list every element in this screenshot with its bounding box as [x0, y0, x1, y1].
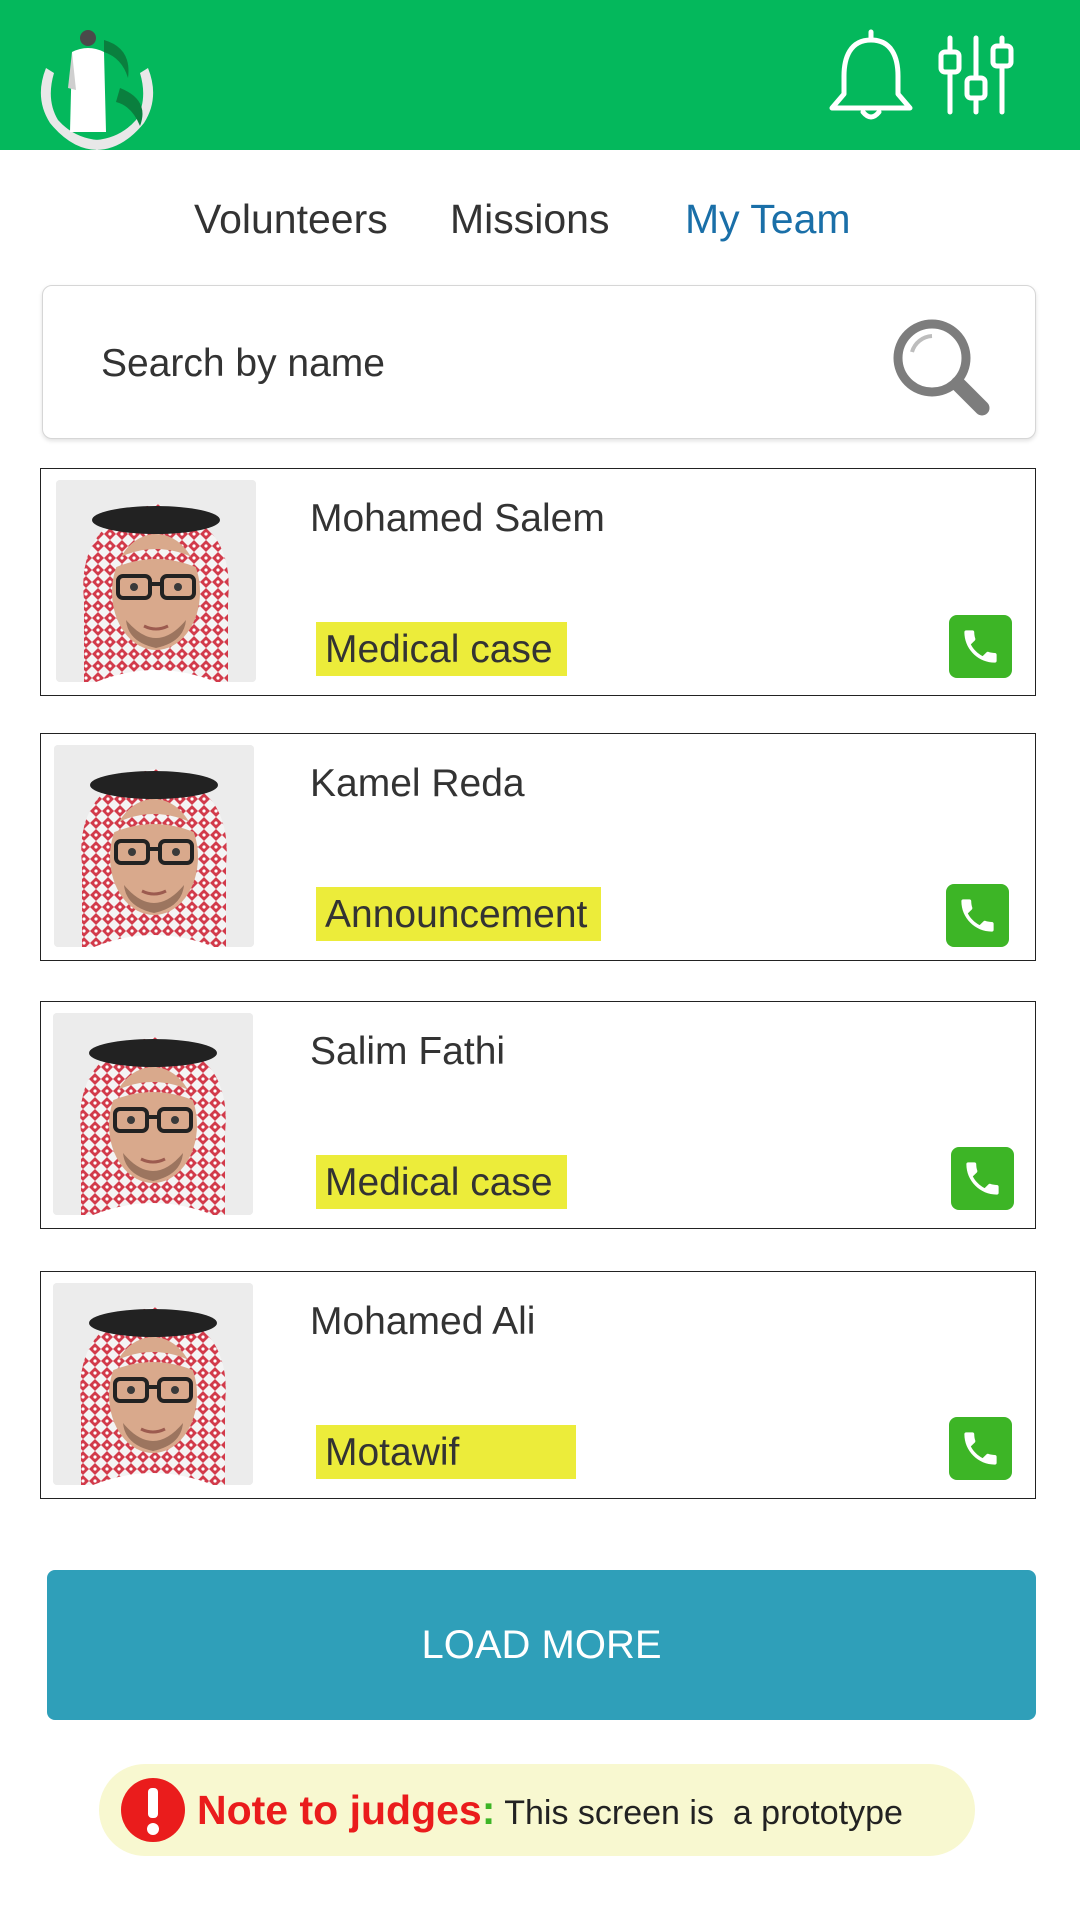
note-label: Note to judges — [197, 1787, 482, 1833]
call-button[interactable] — [951, 1147, 1014, 1210]
search-icon[interactable] — [886, 312, 996, 422]
search-input[interactable]: Search by name — [42, 285, 1036, 439]
team-member-card[interactable]: Mohamed Salem Medical case — [40, 468, 1036, 696]
avatar — [56, 480, 256, 682]
phone-icon — [966, 1162, 999, 1195]
avatar — [53, 1283, 253, 1485]
app-logo-icon — [40, 30, 154, 150]
member-name: Mohamed Ali — [310, 1300, 536, 1343]
tab-missions[interactable]: Missions — [450, 196, 609, 243]
note-text: Note to judges: This screen is a prototy… — [197, 1787, 903, 1834]
phone-icon — [964, 630, 997, 663]
call-button[interactable] — [946, 884, 1009, 947]
team-member-card[interactable]: Kamel Reda Announcement — [40, 733, 1036, 961]
avatar — [53, 1013, 253, 1215]
phone-icon — [961, 899, 994, 932]
phone-icon — [964, 1432, 997, 1465]
member-name: Salim Fathi — [310, 1030, 506, 1073]
mission-tag: Motawif — [316, 1425, 576, 1479]
mission-tag: Announcement — [316, 887, 602, 941]
search-placeholder: Search by name — [101, 342, 385, 385]
bell-icon[interactable] — [826, 28, 916, 123]
call-button[interactable] — [949, 615, 1012, 678]
mission-tag: Medical case — [316, 1155, 567, 1209]
app-header — [0, 0, 1080, 150]
exclamation-icon — [121, 1778, 185, 1842]
call-button[interactable] — [949, 1417, 1012, 1480]
tab-bar: Volunteers Missions My Team — [0, 196, 1080, 256]
team-member-card[interactable]: Mohamed Ali Motawif — [40, 1271, 1036, 1499]
note-body: This screen is a prototype — [495, 1794, 903, 1832]
judges-note-banner: Note to judges: This screen is a prototy… — [99, 1764, 975, 1856]
member-name: Mohamed Salem — [310, 497, 605, 540]
team-member-card[interactable]: Salim Fathi Medical case — [40, 1001, 1036, 1229]
tab-my-team[interactable]: My Team — [685, 196, 851, 243]
tab-volunteers[interactable]: Volunteers — [194, 196, 388, 243]
note-colon: : — [481, 1787, 496, 1833]
load-more-button[interactable]: LOAD MORE — [47, 1570, 1036, 1720]
member-name: Kamel Reda — [310, 762, 525, 805]
avatar — [54, 745, 254, 947]
mission-tag: Medical case — [316, 622, 567, 676]
sliders-icon[interactable] — [936, 32, 1016, 117]
